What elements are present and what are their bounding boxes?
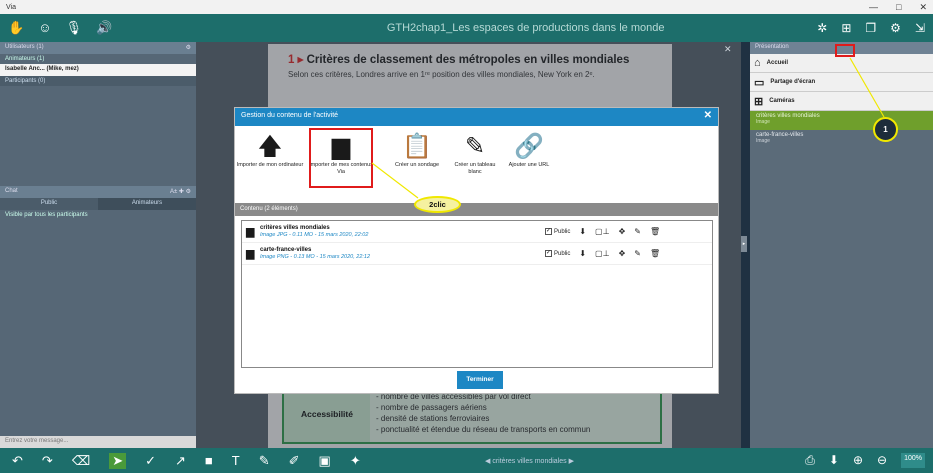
home-icon: ⌂ xyxy=(754,57,761,69)
trash-icon[interactable]: 🗑 xyxy=(650,249,660,258)
print-icon[interactable]: ⎙ xyxy=(805,453,815,468)
pen-icon[interactable]: ✎ xyxy=(259,453,270,469)
list-item[interactable]: ▆ critères villes mondiales Image JPG - 0… xyxy=(242,221,712,243)
finish-button[interactable]: Terminer xyxy=(457,371,503,389)
menu-cameras[interactable]: ⊞ Caméras xyxy=(750,92,933,111)
rectangle-icon[interactable]: ■ xyxy=(205,453,213,469)
close-window-button[interactable]: ✕ xyxy=(919,2,927,13)
top-toolbar: ✋ ☺ 🎙 🔊 GTH2chap1_Les espaces de product… xyxy=(0,14,933,42)
move-icon[interactable]: ✥ xyxy=(619,249,626,258)
app-window: { "os":{"app_name":"Via","min":"—","max"… xyxy=(0,0,933,473)
arrow-tool-icon[interactable]: ↗ xyxy=(175,453,186,469)
sitemap-icon[interactable]: ⊞ xyxy=(841,21,851,35)
whiteboard-icon: ✎ xyxy=(464,133,486,160)
chat-header[interactable]: Chat A± ✚ ⚙ xyxy=(0,186,196,198)
zoom-out-icon[interactable]: ⊖ xyxy=(877,453,887,468)
participants-label: Participants (0) xyxy=(0,76,196,86)
camera-grid-icon: ⊞ xyxy=(754,95,764,108)
activity-title: GTH2chap1_Les espaces de productions dan… xyxy=(386,22,665,34)
public-checkbox[interactable]: ✓ Public xyxy=(545,228,570,235)
add-url-button[interactable]: 🔗 Ajouter une URL xyxy=(501,132,557,169)
zoom-level: 100% xyxy=(901,453,925,468)
gear-icon[interactable]: ⚙ xyxy=(890,21,901,35)
pointer-icon[interactable]: ➤ xyxy=(109,452,127,469)
move-icon[interactable]: ✥ xyxy=(619,227,626,236)
image-file-icon: ▆ xyxy=(246,226,255,238)
import-computer-button[interactable]: 🡅 Importer de mon ordinateur xyxy=(235,132,305,169)
tab-public[interactable]: Public xyxy=(0,198,98,210)
trash-icon[interactable]: 🗑 xyxy=(650,227,660,236)
create-survey-button[interactable]: 📋 Créer un sondage xyxy=(385,132,449,169)
animators-label: Animateurs (1) xyxy=(5,56,45,62)
redo-icon[interactable]: ↷ xyxy=(42,453,53,469)
highlight-presentation-button xyxy=(835,44,855,57)
chat-input[interactable]: Entrez votre message... xyxy=(0,436,196,448)
content-manager-modal: Gestion du contenu de l'activité ✕ 🡅 Imp… xyxy=(234,107,719,394)
user-row[interactable]: Isabelle Anc... (Mike, mez) xyxy=(0,64,196,76)
download-icon[interactable]: ⬇ xyxy=(829,453,839,468)
monitor-icon: ▭ xyxy=(754,76,765,89)
zoom-in-icon[interactable]: ⊕ xyxy=(853,453,863,468)
download-icon[interactable]: ⬇ xyxy=(579,227,586,236)
public-checkbox[interactable]: ✓ Public xyxy=(545,250,570,257)
create-whiteboard-button[interactable]: ✎ Créer un tableau blanc xyxy=(449,132,501,176)
minimize-button[interactable]: — xyxy=(869,2,878,13)
bottom-toolbar: ↶ ↷ ⌫ ➤ ✓ ↗ ■ T ✎ ✐ ▣ ✦ ◀ critères ville… xyxy=(0,448,933,473)
chat-visibility: Visible par tous les participants xyxy=(5,212,88,218)
undo-icon[interactable]: ↶ xyxy=(12,453,23,469)
right-panel: Présentation ⌂ Accueil ▭ Partage d'écran ⊞… xyxy=(750,42,933,448)
user-status-icon[interactable]: ☺ xyxy=(38,20,51,36)
modal-close-button[interactable]: ✕ xyxy=(704,111,712,122)
image-file-icon: ▆ xyxy=(246,248,255,260)
upload-arrow-icon: 🡅 xyxy=(257,133,283,160)
link-icon: 🔗 xyxy=(514,133,544,160)
download-icon[interactable]: ⬇ xyxy=(579,249,586,258)
tools-row: 🡅 Importer de mon ordinateur ▆ Importer … xyxy=(235,126,718,198)
file-item[interactable]: carte-france-villes Image xyxy=(750,130,933,149)
edit-icon[interactable]: ✎ xyxy=(634,227,641,236)
annotation-callout-1: 1 xyxy=(873,117,898,142)
left-panel: Utilisateurs (1) ⚙ Animateurs (1) Isabell… xyxy=(0,42,196,448)
edit-icon[interactable]: ✎ xyxy=(634,249,641,258)
speaker-icon[interactable]: 🔊 xyxy=(96,20,112,36)
maximize-button[interactable]: □ xyxy=(896,2,901,13)
sitemap-icon[interactable]: ▢⊥ xyxy=(595,227,610,236)
menu-partage[interactable]: ▭ Partage d'écran xyxy=(750,73,933,92)
file-item-selected[interactable]: critères villes mondiales Image xyxy=(750,111,933,130)
close-presentation-icon[interactable]: ✕ xyxy=(724,44,732,55)
modal-title: Gestion du contenu de l'activité xyxy=(241,112,339,119)
exit-icon[interactable]: ⇲ xyxy=(915,21,925,35)
list-item[interactable]: ▆ carte-france-villes Image PNG - 0.13 MO… xyxy=(242,243,712,265)
text-icon[interactable]: T xyxy=(232,453,240,469)
survey-clipboard-icon: 📋 xyxy=(402,133,432,160)
users-header[interactable]: Utilisateurs (1) ⚙ xyxy=(0,42,196,54)
right-collapse-handle[interactable]: ▸ xyxy=(741,236,747,252)
settings-wheel-icon[interactable]: ✲ xyxy=(817,21,827,35)
copy-icon[interactable]: ❐ xyxy=(865,21,876,35)
chat-options-icon[interactable]: A± ✚ ⚙ xyxy=(170,188,191,196)
app-name: Via xyxy=(6,3,16,11)
gear-icon[interactable]: ⚙ xyxy=(186,44,191,52)
image-tool-icon[interactable]: ▣ xyxy=(319,453,331,469)
laser-icon[interactable]: ✦ xyxy=(350,453,361,469)
eraser-icon[interactable]: ⌫ xyxy=(72,453,90,469)
annotation-2clic: 2clic xyxy=(414,196,461,213)
highlighter-icon[interactable]: ✐ xyxy=(289,453,300,469)
microphone-icon[interactable]: 🎙 xyxy=(65,20,82,36)
tab-animators[interactable]: Animateurs xyxy=(98,198,196,210)
page-navigator[interactable]: ◀ critères villes mondiales ▶ xyxy=(485,457,574,465)
hand-raise-icon[interactable]: ✋ xyxy=(8,20,24,36)
content-header: Contenu (2 éléments) xyxy=(235,203,718,216)
content-list: ▆ critères villes mondiales Image JPG - 0… xyxy=(241,220,713,368)
highlight-import-via xyxy=(309,128,373,188)
check-icon[interactable]: ✓ xyxy=(145,453,156,469)
sitemap-icon[interactable]: ▢⊥ xyxy=(595,249,610,258)
os-title-bar: Via — □ ✕ xyxy=(0,0,933,14)
